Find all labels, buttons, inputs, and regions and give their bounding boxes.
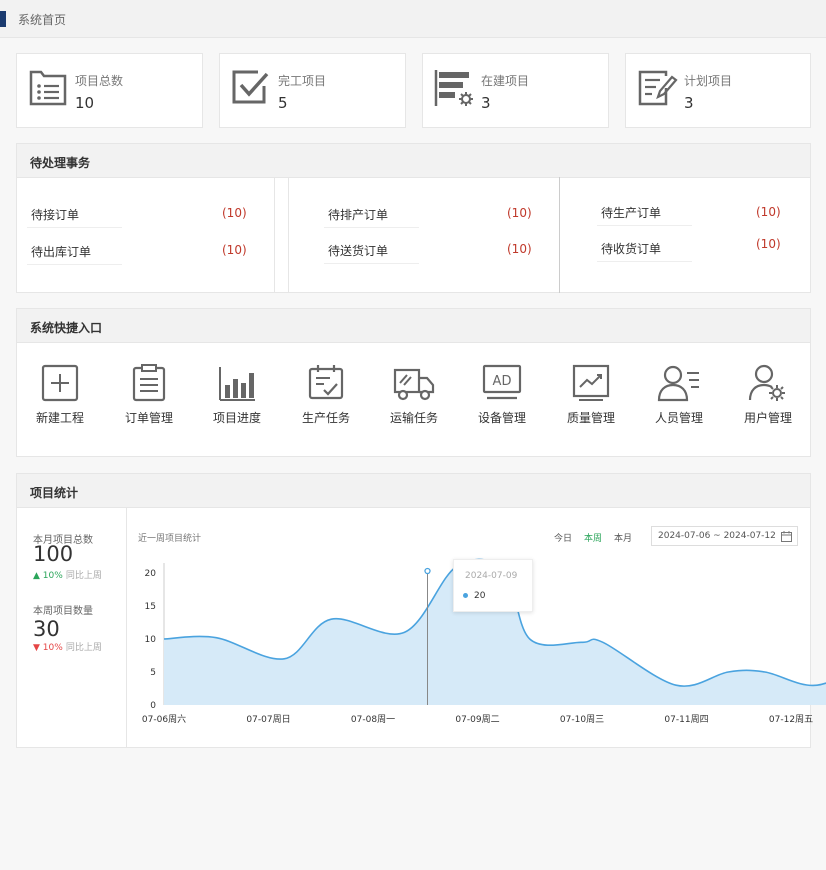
y-tick-label: 10 bbox=[145, 635, 157, 645]
x-tick-label: 07-11周四 bbox=[664, 714, 708, 725]
tooltip-value: 20 bbox=[474, 591, 486, 601]
y-tick-label: 5 bbox=[150, 668, 156, 678]
y-tick-label: 20 bbox=[145, 569, 157, 579]
tooltip-date: 2024-07-09 bbox=[465, 571, 518, 581]
x-tick-label: 07-06周六 bbox=[142, 713, 186, 725]
x-tick-label: 07-07周日 bbox=[246, 714, 290, 725]
x-tick-label: 07-10周三 bbox=[560, 714, 604, 725]
y-tick-label: 15 bbox=[145, 602, 156, 612]
x-tick-label: 07-08周一 bbox=[351, 714, 395, 725]
x-tick-label: 07-09周二 bbox=[455, 714, 499, 725]
project-area-chart[interactable]: 0 5 10 15 20 07-06周六 07-07周日 07-08周一 07-09周二 07-1… bbox=[0, 0, 826, 870]
tooltip-series-dot bbox=[463, 593, 468, 598]
x-tick-label: 07-12周五 bbox=[769, 714, 813, 725]
chart-tooltip: 2024-07-09 20 bbox=[453, 559, 533, 612]
y-tick-label: 0 bbox=[150, 701, 156, 711]
hover-point bbox=[424, 567, 431, 575]
